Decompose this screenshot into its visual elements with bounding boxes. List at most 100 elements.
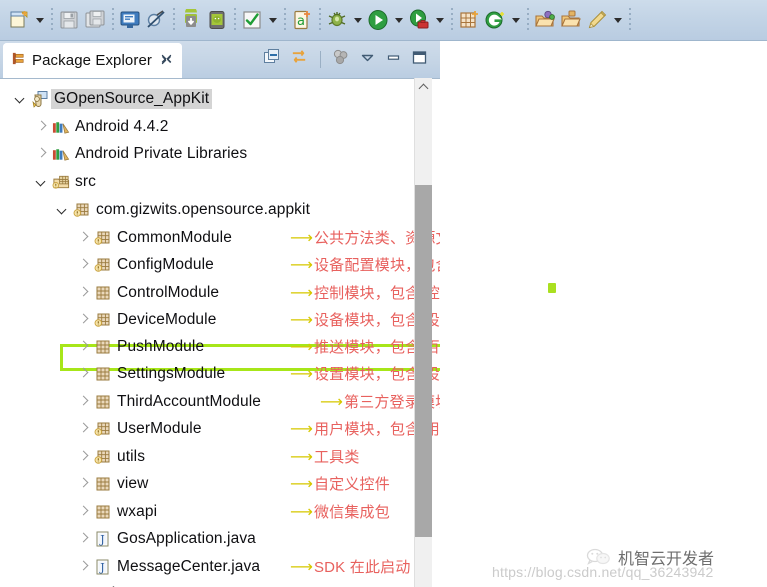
expand-arrow-icon[interactable] [14, 92, 27, 105]
view-toolbar [263, 41, 440, 78]
check-icon[interactable] [239, 3, 265, 37]
package-w-icon [94, 448, 112, 466]
collapse-arrow-icon[interactable] [77, 560, 90, 573]
tree-row-label: com.gizwits.opensource.appkit [96, 200, 310, 218]
toolbar-separator-5 [280, 7, 289, 33]
debug-dropdown[interactable] [350, 3, 365, 37]
tree-row[interactable]: wxapi ⟶ 微信集成包 [0, 497, 440, 526]
toolbar-separator-9 [625, 7, 634, 33]
annotation-icon[interactable] [584, 3, 610, 37]
collapse-arrow-icon[interactable] [77, 450, 90, 463]
tree-row[interactable]: DeviceModule⟶设备模块，包含 设备列表 [0, 305, 440, 334]
toolbar-separator-3 [169, 7, 178, 33]
project-icon [31, 90, 49, 108]
vertical-scrollbar[interactable] [414, 78, 432, 587]
project-tree[interactable]: GOpenSource_AppKit Android 4.4.2 Android P… [0, 79, 440, 587]
library-icon [52, 118, 70, 136]
android-avd-manager-icon[interactable] [204, 3, 230, 37]
package-icon [94, 365, 112, 383]
scroll-up-arrow-icon[interactable] [415, 78, 432, 95]
android-sdk-manager-icon[interactable] [178, 3, 204, 37]
tree-row-label: src [75, 172, 96, 190]
collapse-arrow-icon[interactable] [77, 422, 90, 435]
tree-row[interactable]: SettingsModule⟶设置模块，包含 设置菜单 及其 包含的子菜单项（关… [0, 359, 440, 388]
collapse-arrow-icon[interactable] [77, 231, 90, 244]
tree-row[interactable]: PushModule⟶推送模块，包含 百度和极光的推送SDK 集成封装 [0, 332, 440, 361]
new-android-project-icon[interactable]: a [289, 3, 315, 37]
run-external-tools-icon[interactable] [406, 3, 432, 37]
run-icon[interactable] [365, 3, 391, 37]
collapse-all-icon[interactable] [263, 48, 281, 71]
tree-row[interactable]: com.gizwits.opensource.appkit [0, 195, 440, 224]
collapse-arrow-icon[interactable] [77, 477, 90, 490]
collapse-arrow-icon[interactable] [35, 147, 48, 160]
toolbar-separator-7 [447, 7, 456, 33]
save-icon[interactable] [56, 3, 82, 37]
collapse-arrow-icon[interactable] [77, 340, 90, 353]
tree-row[interactable]: Android Private Libraries [0, 139, 440, 168]
close-icon[interactable] [158, 53, 173, 68]
expand-arrow-icon[interactable] [35, 175, 48, 188]
debug-icon[interactable] [324, 3, 350, 37]
git-dropdown[interactable] [508, 3, 523, 37]
save-all-icon[interactable] [82, 3, 108, 37]
tree-row[interactable]: ControlModule⟶控制模块，包含 控制示例 [0, 278, 440, 307]
check-dropdown[interactable] [265, 3, 280, 37]
tree-row[interactable]: GOpenSource_AppKit [0, 84, 440, 113]
annotation-arrow-icon: ⟶ [290, 420, 313, 438]
minimize-icon[interactable] [385, 49, 402, 71]
tree-row[interactable]: J MessageCenter.java ⟶ SDK 在此启动 [0, 552, 440, 581]
collapse-arrow-icon[interactable] [77, 532, 90, 545]
tree-row-label: wxapi [117, 502, 158, 520]
skip-breakpoints-icon[interactable] [143, 3, 169, 37]
scrollbar-thumb[interactable] [415, 185, 432, 537]
srcfolder-icon [52, 173, 70, 191]
package-w-icon [73, 201, 91, 219]
java-icon: J [94, 558, 112, 576]
expand-arrow-icon[interactable] [56, 203, 69, 216]
tree-row[interactable]: ConfigModule⟶设备配置模块，包含 AirLink 及 SoftAP [0, 250, 440, 279]
annotation-dropdown[interactable] [610, 3, 625, 37]
git-icon[interactable] [482, 3, 508, 37]
tree-row[interactable]: UserModule⟶用户模块，包含 用户登录、用户注册、找回密码 [0, 414, 440, 443]
open-task-icon[interactable] [558, 3, 584, 37]
collapse-arrow-icon[interactable] [77, 395, 90, 408]
tree-row[interactable]: Android 4.4.2 [0, 112, 440, 141]
run-dropdown[interactable] [391, 3, 406, 37]
tree-row[interactable]: CommonModule⟶公共方法类、资源文件读取类 [0, 223, 440, 252]
console-icon[interactable] [117, 3, 143, 37]
tree-row[interactable]: ThirdAccountModule⟶第三方登录模块，包含 第三方登录（QQ、微… [0, 387, 440, 416]
link-with-editor-icon[interactable] [290, 48, 309, 71]
tree-row-label: CommonModule [117, 228, 232, 246]
tree-row[interactable]: src [0, 167, 440, 196]
java-icon: J [94, 530, 112, 548]
tree-row[interactable]: view ⟶ 自定义控件 [0, 469, 440, 498]
collapse-arrow-icon[interactable] [77, 286, 90, 299]
annotation: ⟶ SDK 在此启动 [290, 556, 411, 577]
focus-on-active-task-icon[interactable] [332, 48, 350, 71]
open-type-icon[interactable] [532, 3, 558, 37]
collapse-arrow-icon[interactable] [77, 258, 90, 271]
maximize-icon[interactable] [411, 49, 428, 71]
package-w-icon [94, 229, 112, 247]
run-external-tools-dropdown[interactable] [432, 3, 447, 37]
tab-package-explorer[interactable]: Package Explorer [3, 43, 182, 78]
collapse-arrow-icon[interactable] [77, 367, 90, 380]
view-menu-icon[interactable] [359, 49, 376, 71]
collapse-arrow-icon[interactable] [35, 120, 48, 133]
collapse-arrow-icon[interactable] [77, 505, 90, 518]
new-wizard-dropdown[interactable] [32, 3, 47, 37]
tree-row[interactable]: utils ⟶ 工具类 [0, 442, 440, 471]
annotation-arrow-icon: ⟶ [290, 503, 313, 521]
tree-row[interactable]: J GosApplication.java [0, 524, 440, 553]
tree-row[interactable]: zxing [0, 579, 440, 587]
tree-row-label: GosApplication.java [117, 529, 256, 547]
collapse-arrow-icon[interactable] [77, 313, 90, 326]
annotation-arrow-icon: ⟶ [290, 311, 313, 329]
tree-row-label: UserModule [117, 419, 202, 437]
svg-text:a: a [297, 14, 305, 29]
package-explorer-view: Package Explorer GOpenSource_AppKit Andr… [0, 41, 440, 587]
tree-row-label: MessageCenter.java [117, 557, 261, 575]
new-wizard-icon[interactable] [6, 3, 32, 37]
new-window-icon[interactable] [456, 3, 482, 37]
